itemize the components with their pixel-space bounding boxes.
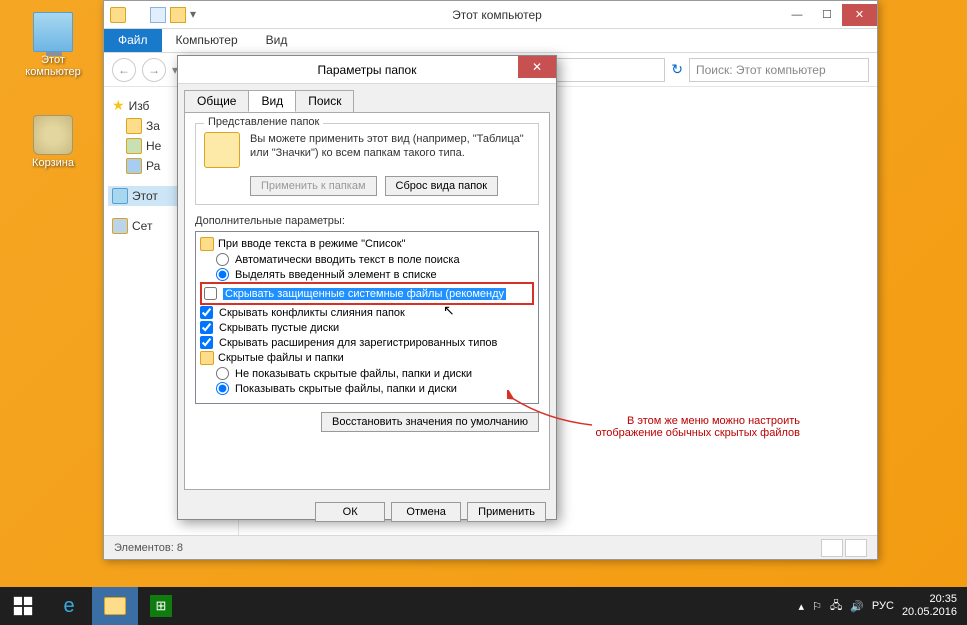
radio[interactable] (216, 382, 229, 395)
titlebar: ▾ Этот компьютер — ☐ ✕ (104, 1, 877, 29)
folder-options-dialog: Параметры папок ✕ Общие Вид Поиск Предст… (177, 55, 557, 520)
status-text: Элементов: 8 (114, 542, 183, 554)
view-icons-button[interactable] (845, 539, 867, 557)
checkbox[interactable] (200, 306, 213, 319)
tray-language[interactable]: РУС (872, 600, 894, 612)
computer-icon (33, 12, 73, 52)
desktop-icon-recycle-bin[interactable]: Корзина (18, 115, 88, 169)
radio[interactable] (216, 367, 229, 380)
taskbar-explorer[interactable] (92, 587, 138, 625)
radio[interactable] (216, 253, 229, 266)
folder-icon (126, 118, 142, 134)
apply-button[interactable]: Применить (467, 502, 546, 522)
ok-button[interactable]: ОК (315, 502, 385, 522)
tree-auto-search[interactable]: Автоматически вводить текст в поле поиск… (200, 252, 534, 267)
tree-show-hidden[interactable]: Показывать скрытые файлы, папки и диски (200, 381, 534, 396)
qat: ▾ (104, 7, 212, 23)
tray-flag-icon[interactable]: ⚐ (812, 600, 822, 613)
highlight-box: Скрывать защищенные системные файлы (рек… (200, 282, 534, 305)
tree-hide-merge[interactable]: Скрывать конфликты слияния папок (200, 305, 534, 320)
folder-view-group: Представление папок Вы можете применить … (195, 123, 539, 205)
folder-view-icon (204, 132, 240, 168)
trash-icon (33, 115, 73, 155)
window-controls: — ☐ ✕ (782, 4, 877, 26)
refresh-button[interactable]: ↻ (671, 61, 683, 78)
tray-up-icon[interactable]: ▴ (799, 600, 805, 613)
restore-defaults-button[interactable]: Восстановить значения по умолчанию (321, 412, 539, 432)
tree-hide-ext[interactable]: Скрывать расширения для зарегистрированн… (200, 335, 534, 350)
radio[interactable] (216, 268, 229, 281)
tray-network-icon[interactable]: 🖧 (830, 597, 842, 616)
qat-sep (130, 7, 146, 23)
computer-icon (112, 188, 128, 204)
dialog-close-button[interactable]: ✕ (518, 56, 556, 78)
tray-date: 20.05.2016 (902, 606, 957, 619)
tray-clock[interactable]: 20:35 20.05.2016 (902, 593, 957, 619)
dialog-content: Представление папок Вы можете применить … (184, 112, 550, 490)
maximize-button[interactable]: ☐ (812, 4, 842, 26)
apply-to-folders-button[interactable]: Применить к папкам (250, 176, 377, 196)
tab-search[interactable]: Поиск (295, 90, 354, 112)
search-input[interactable]: Поиск: Этот компьютер (689, 58, 869, 82)
desktop-icon-label: Этот компьютер (18, 54, 88, 78)
group-label: Представление папок (204, 116, 323, 128)
folder-icon (110, 7, 126, 23)
recent-icon (126, 138, 142, 154)
dialog-buttons: ОК Отмена Применить (178, 496, 556, 528)
search-placeholder: Поиск: Этот компьютер (696, 63, 826, 77)
tree-list-input[interactable]: При вводе текста в режиме "Список" (200, 236, 534, 252)
dialog-tabs: Общие Вид Поиск (178, 84, 556, 112)
view-details-button[interactable] (821, 539, 843, 557)
back-button[interactable]: ← (112, 58, 136, 82)
tray-volume-icon[interactable]: 🔊 (850, 600, 864, 613)
advanced-label: Дополнительные параметры: (195, 215, 539, 227)
restore-row: Восстановить значения по умолчанию (195, 412, 539, 432)
checkbox[interactable] (200, 321, 213, 334)
close-button[interactable]: ✕ (842, 4, 877, 26)
checkbox[interactable] (204, 287, 217, 300)
advanced-settings-tree[interactable]: При вводе текста в режиме "Список" Автом… (195, 231, 539, 404)
desktop-icon-label: Корзина (18, 157, 88, 169)
annotation-text: В этом же меню можно настроить отображен… (570, 415, 800, 439)
group-text: Вы можете применить этот вид (например, … (250, 132, 530, 161)
tree-select-typed[interactable]: Выделять введенный элемент в списке (200, 267, 534, 282)
ribbon: Файл Компьютер Вид (104, 29, 877, 53)
qat-dropdown-icon[interactable]: ▾ (190, 7, 206, 23)
dialog-titlebar: Параметры папок ✕ (178, 56, 556, 84)
taskbar-store[interactable]: ⊞ (138, 587, 184, 625)
tree-dont-show[interactable]: Не показывать скрытые файлы, папки и дис… (200, 366, 534, 381)
folder-icon (200, 237, 214, 251)
checkbox[interactable] (200, 336, 213, 349)
tree-hide-empty[interactable]: Скрывать пустые диски (200, 320, 534, 335)
minimize-button[interactable]: — (782, 4, 812, 26)
dialog-title: Параметры папок (318, 63, 417, 77)
new-folder-icon[interactable] (170, 7, 186, 23)
tab-general[interactable]: Общие (184, 90, 249, 112)
tree-hidden-folder[interactable]: Скрытые файлы и папки (200, 350, 534, 366)
window-title: Этот компьютер (212, 8, 782, 22)
ribbon-tab-computer[interactable]: Компьютер (162, 29, 252, 52)
star-icon: ★ (112, 97, 125, 114)
desktop-icon-this-pc[interactable]: Этот компьютер (18, 12, 88, 78)
network-icon (112, 218, 128, 234)
folder-icon (200, 351, 214, 365)
reset-folders-button[interactable]: Сброс вида папок (385, 176, 499, 196)
properties-icon[interactable] (150, 7, 166, 23)
taskbar: e ⊞ ▴ ⚐ 🖧 🔊 РУС 20:35 20.05.2016 (0, 587, 967, 625)
statusbar: Элементов: 8 (104, 535, 877, 559)
desktop-icon (126, 158, 142, 174)
ribbon-tab-view[interactable]: Вид (252, 29, 302, 52)
cursor-icon: ↖ (443, 302, 455, 319)
forward-button[interactable]: → (142, 58, 166, 82)
cancel-button[interactable]: Отмена (391, 502, 461, 522)
taskbar-ie[interactable]: e (46, 587, 92, 625)
tab-view[interactable]: Вид (248, 90, 296, 112)
view-buttons (821, 539, 867, 557)
tray-time: 20:35 (902, 593, 957, 606)
ribbon-tab-file[interactable]: Файл (104, 29, 162, 52)
tree-hide-protected[interactable]: Скрывать защищенные системные файлы (рек… (204, 286, 530, 301)
start-button[interactable] (0, 587, 46, 625)
system-tray: ▴ ⚐ 🖧 🔊 РУС 20:35 20.05.2016 (789, 593, 967, 619)
